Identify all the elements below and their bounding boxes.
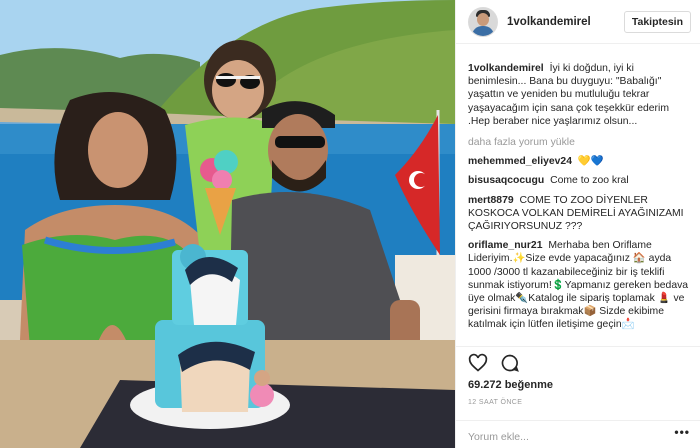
comment-item: oriflame_nur21 Merhaba ben Oriflame Lide… [468,239,691,331]
caption-username[interactable]: 1volkandemirel [468,63,544,74]
comment-username[interactable]: mehemmed_eliyev24 [468,156,572,167]
comment-item: bisusaqcocugu Come to zoo kral [468,174,691,187]
post-header: 1volkandemirel Takiptesin [456,0,700,44]
post-timestamp: 12 SAAT ÖNCE [468,399,523,406]
comment-icon[interactable] [500,353,520,373]
post-photo[interactable] [0,0,455,448]
photo-scene [0,0,455,448]
comment-username[interactable]: mert8879 [468,195,514,206]
comments-list[interactable]: 1volkandemirel İyi ki doğdun, iyi ki ben… [456,62,700,344]
add-comment-bar [456,420,700,448]
caption: 1volkandemirel İyi ki doğdun, iyi ki ben… [468,62,691,128]
username-link[interactable]: 1volkandemirel [507,16,624,28]
post-side-panel: 1volkandemirel Takiptesin 1volkandemirel… [455,0,700,448]
comment-text: 💛💙 [577,156,604,168]
comment-item: mert8879 COME TO ZOO DİYENLER KOSKOCA VO… [468,194,691,234]
comment-username[interactable]: bisusaqcocugu [468,175,544,186]
heart-icon[interactable] [468,353,488,373]
post-actions [456,346,700,378]
comment-text: Merhaba ben Oriflame Lideriyim.✨Size evd… [468,240,689,331]
comment-item: mehemmed_eliyev24 💛💙 [468,155,691,168]
more-options-icon[interactable]: ••• [674,425,690,439]
add-comment-input[interactable] [468,431,668,443]
load-more-comments-link[interactable]: daha fazla yorum yükle [468,136,691,149]
following-button[interactable]: Takiptesin [623,10,691,33]
comment-text: Come to zoo kral [550,175,629,187]
likes-count[interactable]: 69.272 beğenme [468,379,553,391]
avatar[interactable] [468,6,498,37]
comment-username[interactable]: oriflame_nur21 [468,240,543,251]
